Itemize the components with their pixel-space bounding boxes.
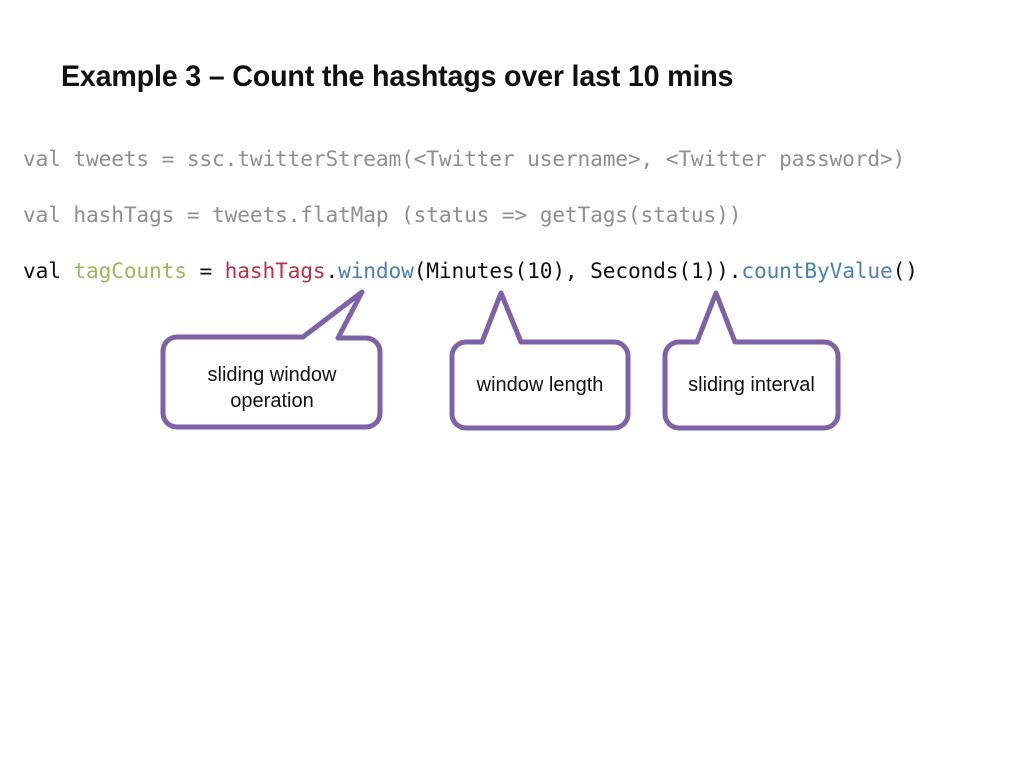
code-token-val: val	[23, 259, 74, 284]
code-line-3: val tagCounts = hashTags.window(Minutes(…	[23, 244, 988, 300]
callout-group: sliding window operation window length s…	[0, 0, 1024, 768]
code-line-2: val hashTags = tweets.flatMap (status =>…	[23, 203, 742, 228]
code-block: val tweets = ssc.twitterStream(<Twitter …	[23, 132, 1003, 300]
code-token-args: (Minutes(10), Seconds(1)).	[413, 259, 742, 284]
callout-sliding-window-operation-shape	[160, 289, 383, 430]
callout-window-length-shape	[449, 290, 631, 431]
code-token-assign: =	[186, 259, 225, 284]
callout-sliding-window-operation-label: sliding window operation	[207, 364, 337, 412]
page-title: Example 3 – Count the hashtags over last…	[61, 60, 734, 93]
code-token-countbyvalue: countByValue	[741, 259, 893, 284]
slide-canvas: Example 3 – Count the hashtags over last…	[0, 0, 1024, 768]
code-token-tagcounts: tagCounts	[73, 259, 187, 284]
code-token-dot-1: .	[325, 259, 339, 284]
code-line-1: val tweets = ssc.twitterStream(<Twitter …	[23, 147, 906, 172]
code-token-parens: ()	[892, 259, 918, 284]
code-token-window: window	[338, 259, 414, 284]
code-token-hashtags: hashTags	[224, 259, 326, 284]
callout-sliding-interval-shape	[662, 290, 841, 431]
callout-window-length-label: window length	[476, 374, 604, 396]
callout-sliding-interval-label: sliding interval	[688, 374, 815, 396]
